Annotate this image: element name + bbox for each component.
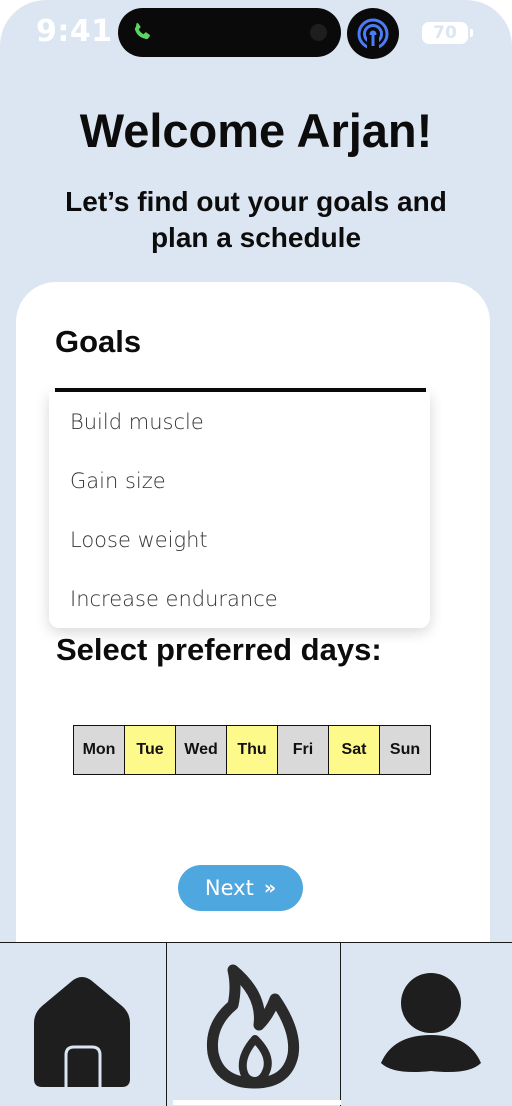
- airdrop-icon: [347, 8, 399, 59]
- goal-option-build-muscle[interactable]: Build muscle: [70, 410, 204, 434]
- days-label: Select preferred days:: [56, 632, 382, 667]
- app-screen: 9:41 70 Welcome Arjan! Let’s find out yo…: [0, 0, 512, 1106]
- day-sun[interactable]: Sun: [380, 726, 430, 774]
- day-tue[interactable]: Tue: [125, 726, 176, 774]
- battery-tip: [470, 29, 473, 37]
- goal-option-increase-endurance[interactable]: Increase endurance: [70, 587, 278, 611]
- goal-option-loose-weight[interactable]: Loose weight: [70, 528, 208, 552]
- tab-profile[interactable]: [341, 943, 512, 1106]
- status-time: 9:41: [36, 14, 113, 49]
- day-sat[interactable]: Sat: [329, 726, 380, 774]
- profile-icon: [381, 973, 481, 1072]
- goals-label: Goals: [55, 324, 142, 359]
- battery-indicator: 70: [422, 22, 468, 44]
- day-selector: Mon Tue Wed Thu Fri Sat Sun: [73, 725, 431, 775]
- active-tab-indicator: [173, 1100, 341, 1105]
- page-subtitle: Let’s find out your goals and plan a sch…: [65, 186, 447, 253]
- next-button[interactable]: Next »: [178, 865, 303, 911]
- tab-home[interactable]: [0, 943, 167, 1106]
- day-fri[interactable]: Fri: [278, 726, 329, 774]
- next-button-label: Next: [204, 876, 254, 900]
- page-title: Welcome Arjan!: [79, 104, 433, 157]
- tab-workouts[interactable]: [167, 943, 341, 1106]
- day-thu[interactable]: Thu: [227, 726, 278, 774]
- goals-dropdown-menu: Build muscle Gain size Loose weight Incr…: [49, 392, 430, 628]
- double-chevron-right-icon: »: [263, 877, 277, 899]
- day-wed[interactable]: Wed: [176, 726, 227, 774]
- phone-call-icon: [134, 22, 150, 40]
- bottom-tab-bar: [0, 942, 512, 1106]
- flame-icon: [206, 964, 300, 1089]
- home-icon: [34, 977, 130, 1087]
- dynamic-island: [118, 8, 341, 57]
- day-mon[interactable]: Mon: [74, 726, 125, 774]
- goal-option-gain-size[interactable]: Gain size: [70, 469, 166, 493]
- front-camera: [310, 24, 327, 41]
